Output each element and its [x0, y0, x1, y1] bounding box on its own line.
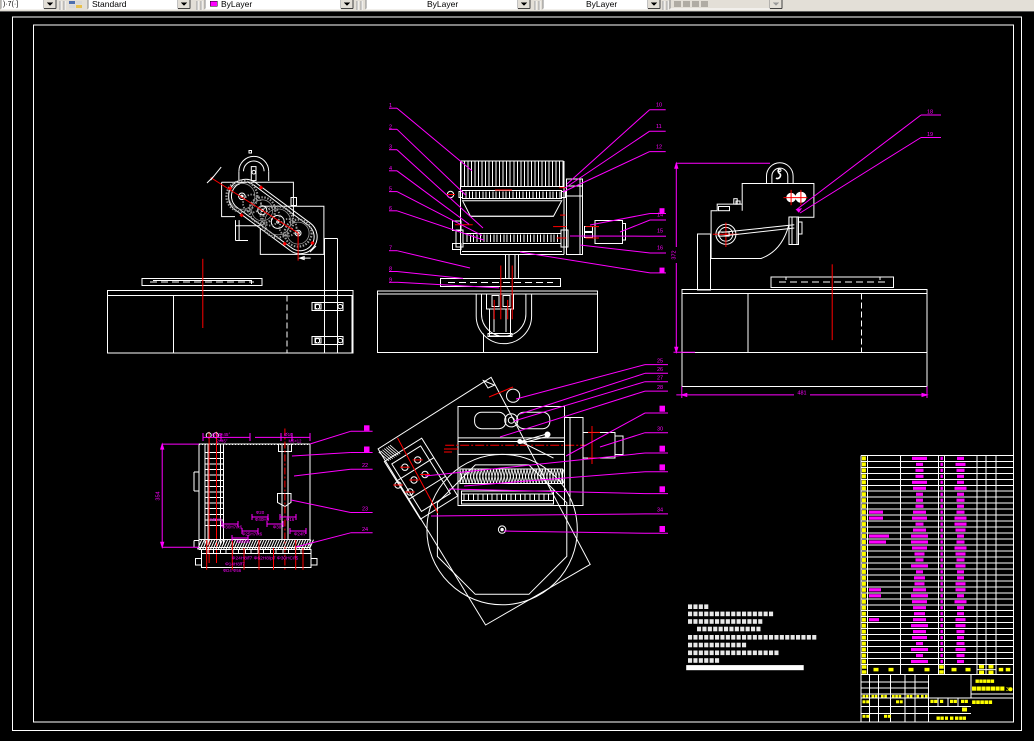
svg-text:11: 11	[656, 124, 662, 130]
svg-text:22: 22	[362, 463, 368, 469]
svg-text:M6×12: M6×12	[289, 439, 303, 444]
svg-text:Φ14H8/f7: Φ14H8/f7	[225, 562, 245, 567]
svg-text:ΦD4·Φ56: ΦD4·Φ56	[223, 568, 242, 573]
svg-text:Φ20: Φ20	[256, 510, 265, 515]
svg-text:3: 3	[1006, 687, 1009, 693]
svg-text:ByLayer: ByLayer	[427, 0, 458, 9]
svg-text:354: 354	[156, 491, 162, 500]
svg-text:Φ24f7: Φ24f7	[294, 532, 307, 537]
svg-text:M8×6: M8×6	[210, 517, 222, 522]
svg-text:)·7(·]: )·7(·]	[3, 1, 18, 8]
svg-text:Φ30: Φ30	[273, 525, 282, 530]
svg-text:Φ16: Φ16	[286, 517, 295, 522]
svg-text:481: 481	[797, 391, 806, 397]
svg-text:12: 12	[656, 145, 662, 151]
svg-text:ByLayer: ByLayer	[221, 0, 252, 9]
svg-text:10: 10	[656, 103, 662, 109]
svg-text:34: 34	[657, 508, 663, 514]
svg-text:Φ25H7/k6: Φ25H7/k6	[242, 532, 263, 537]
svg-text:ByLayer: ByLayer	[586, 0, 617, 9]
svg-text:25: 25	[657, 358, 663, 364]
svg-text:28: 28	[657, 385, 663, 391]
svg-text:24: 24	[362, 527, 368, 533]
svg-text:372: 372	[672, 250, 678, 259]
svg-text:16: 16	[657, 246, 663, 252]
svg-text:15: 15	[657, 229, 663, 235]
svg-text:26: 26	[657, 367, 663, 373]
svg-text:Standard: Standard	[92, 0, 127, 9]
svg-text:30: 30	[657, 426, 663, 432]
svg-text:2×45°: 2×45°	[216, 439, 227, 444]
svg-text:Φ30H7/k6: Φ30H7/k6	[222, 525, 243, 530]
svg-text:23: 23	[362, 507, 368, 513]
svg-text:14: 14	[657, 213, 663, 219]
svg-text:27: 27	[657, 375, 663, 381]
